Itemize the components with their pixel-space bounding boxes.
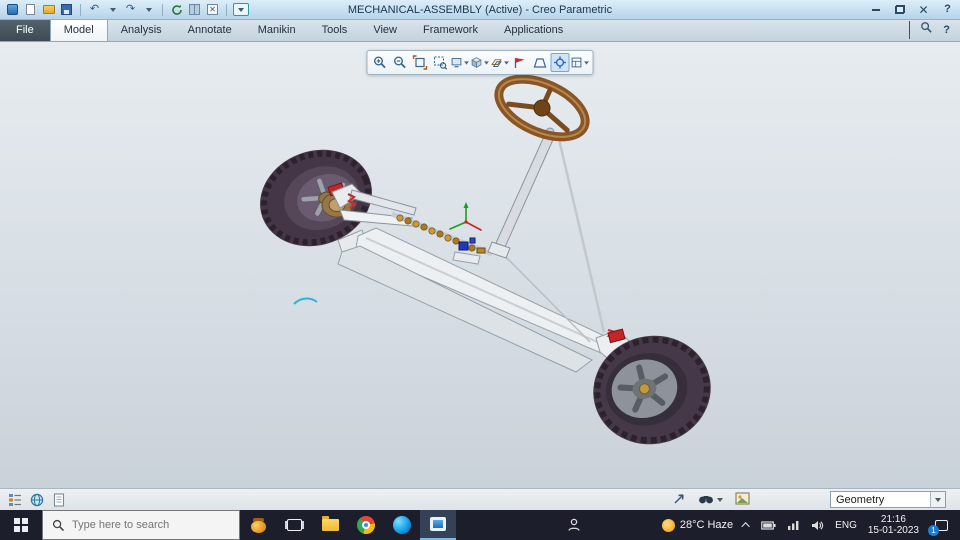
select-arrow-icon[interactable] — [672, 491, 686, 508]
divider — [80, 3, 81, 16]
tab-framework[interactable]: Framework — [410, 19, 491, 41]
zoom-out-icon[interactable] — [391, 53, 410, 72]
honey-app-button[interactable] — [240, 510, 276, 540]
model-canvas[interactable] — [0, 42, 960, 488]
window-title: MECHANICAL-ASSEMBLY (Active) - Creo Para… — [347, 3, 613, 16]
windows-taskbar: 28°C Haze ENG 21:16 15-01-2023 1 — [0, 510, 960, 540]
zoom-in-icon[interactable] — [371, 53, 390, 72]
status-bar-right: Geometry — [672, 491, 954, 508]
task-view-icon — [286, 519, 302, 531]
language-indicator[interactable]: ENG — [835, 520, 857, 531]
weather-icon — [661, 518, 675, 532]
system-tray: 28°C Haze ENG 21:16 15-01-2023 1 — [661, 514, 960, 536]
quick-access-toolbar: ↶ ↷ ✕ — [5, 2, 249, 17]
app-icon[interactable] — [5, 2, 20, 17]
new-file-icon[interactable] — [23, 2, 38, 17]
chrome-icon-center — [362, 521, 370, 529]
status-bar: Geometry — [0, 488, 960, 510]
regenerate-icon[interactable] — [169, 2, 184, 17]
window-controls: ✕ ? — [868, 2, 955, 17]
help-icon[interactable]: ? — [943, 24, 950, 36]
tab-annotate[interactable]: Annotate — [175, 19, 245, 41]
tab-file[interactable]: File — [0, 19, 50, 41]
display-style-icon[interactable] — [471, 53, 490, 72]
undo-icon[interactable]: ↶ — [87, 2, 102, 17]
spin-center-icon[interactable] — [550, 53, 570, 72]
close-window-icon[interactable]: ✕ — [205, 2, 220, 17]
select-preview-icon[interactable] — [735, 491, 750, 508]
restore-icon[interactable] — [892, 2, 907, 17]
page-icon[interactable] — [50, 492, 68, 508]
tab-applications[interactable]: Applications — [491, 19, 576, 41]
collapse-ribbon-icon[interactable] — [909, 21, 911, 39]
notification-badge: 1 — [928, 525, 939, 536]
weather-widget[interactable]: 28°C Haze — [661, 518, 734, 532]
chrome-button[interactable] — [348, 510, 384, 540]
file-explorer-button[interactable] — [312, 510, 348, 540]
tab-view[interactable]: View — [360, 19, 410, 41]
perspective-icon[interactable] — [531, 53, 550, 72]
selection-filter-value: Geometry — [836, 493, 885, 506]
tab-analysis[interactable]: Analysis — [108, 19, 175, 41]
filter-dropdown-arrow-icon[interactable] — [930, 492, 945, 507]
clock-time: 21:16 — [880, 514, 906, 525]
search-input[interactable] — [72, 519, 217, 531]
graphics-area[interactable] — [0, 42, 960, 488]
people-button[interactable] — [556, 510, 592, 540]
selection-tools — [672, 491, 750, 508]
command-search-icon[interactable] — [920, 21, 933, 39]
zoom-window-icon[interactable] — [431, 53, 450, 72]
redo-dropdown-icon[interactable] — [141, 2, 156, 17]
active-app-icon — [430, 517, 446, 531]
tab-tools[interactable]: Tools — [309, 19, 361, 41]
coordinate-system-triad[interactable] — [449, 202, 482, 231]
ribbon-right-controls: ? — [909, 19, 960, 41]
active-app-button[interactable] — [420, 510, 456, 540]
minimize-icon[interactable] — [868, 2, 883, 17]
tab-manikin[interactable]: Manikin — [245, 19, 309, 41]
refit-icon[interactable] — [411, 53, 430, 72]
datum-display-icon[interactable] — [491, 53, 510, 72]
window-grid-icon[interactable] — [187, 2, 202, 17]
volume-icon[interactable] — [811, 520, 824, 531]
annotation-display-icon[interactable] — [511, 53, 530, 72]
start-button[interactable] — [0, 510, 42, 540]
taskbar-search[interactable] — [42, 510, 240, 540]
clock-date: 15-01-2023 — [867, 525, 919, 536]
file-explorer-icon — [321, 516, 339, 531]
search-tool-icon[interactable] — [698, 493, 723, 506]
view-manager-icon[interactable] — [571, 53, 590, 72]
ribbon-tab-bar: File Model Analysis Annotate Manikin Too… — [0, 19, 960, 42]
hidden-icons-chevron[interactable] — [741, 522, 751, 531]
people-icon — [568, 518, 580, 531]
search-icon — [52, 519, 65, 531]
web-browser-icon[interactable] — [28, 492, 46, 508]
title-bar: ↶ ↷ ✕ MECHANICAL-ASSEMBLY (Active) - Cre… — [0, 0, 960, 20]
model-tree-icon[interactable] — [6, 492, 24, 508]
windows-logo-icon — [14, 518, 28, 532]
network-icon[interactable] — [787, 520, 800, 530]
redo-icon[interactable]: ↷ — [123, 2, 138, 17]
steering-wheel[interactable] — [487, 64, 598, 151]
undo-dropdown-icon[interactable] — [105, 2, 120, 17]
battery-icon[interactable] — [761, 520, 776, 530]
selection-filter-dropdown[interactable]: Geometry — [830, 491, 946, 508]
open-file-icon[interactable] — [41, 2, 56, 17]
edge-icon — [393, 516, 411, 534]
save-icon[interactable] — [59, 2, 74, 17]
highlighted-edge[interactable] — [293, 297, 318, 305]
tab-model[interactable]: Model — [49, 19, 108, 41]
honey-app-icon — [249, 516, 268, 534]
in-graphics-toolbar — [366, 50, 594, 75]
named-views-icon[interactable] — [451, 53, 470, 72]
weather-text: 28°C Haze — [679, 519, 734, 531]
divider — [162, 3, 163, 16]
help-icon[interactable]: ? — [940, 2, 955, 17]
close-icon[interactable]: ✕ — [916, 2, 931, 17]
clock-widget[interactable]: 21:16 15-01-2023 — [868, 514, 919, 536]
task-view-button[interactable] — [276, 510, 312, 540]
edge-button[interactable] — [384, 510, 420, 540]
chrome-icon — [357, 516, 375, 534]
action-center-button[interactable]: 1 — [928, 514, 952, 536]
